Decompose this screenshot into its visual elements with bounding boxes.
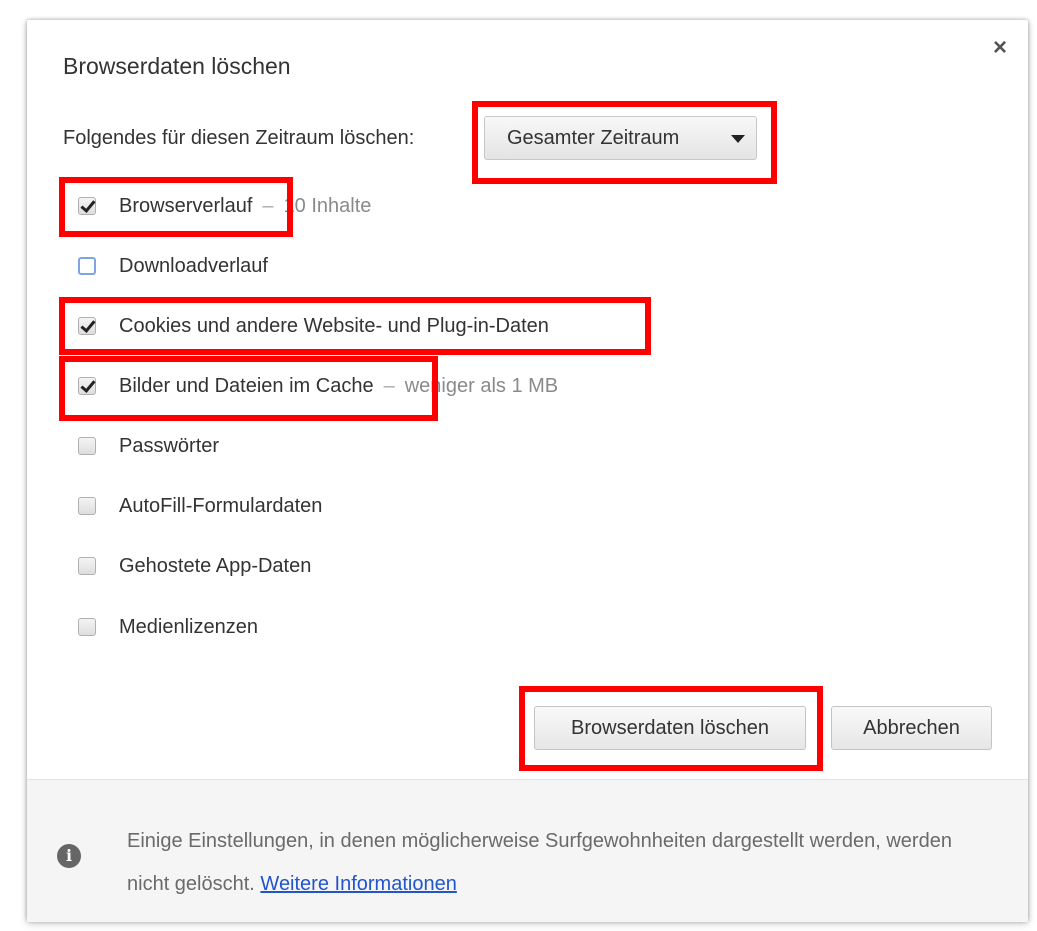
time-range-selected-value: Gesamter Zeitraum <box>507 126 680 149</box>
checkbox-checked-icon[interactable] <box>78 377 96 395</box>
checkbox-unchecked-icon[interactable] <box>78 618 96 636</box>
option-label: Downloadverlauf <box>119 254 268 277</box>
time-range-label: Folgendes für diesen Zeitraum löschen: <box>63 127 415 149</box>
option-detail: 10 Inhalte <box>283 194 372 217</box>
clear-browsing-data-button[interactable]: Browserdaten löschen <box>534 706 806 750</box>
dropdown-arrow-icon <box>731 135 745 143</box>
footer-note-text: Einige Einstellungen, in denen möglicher… <box>127 830 952 895</box>
checkbox-unchecked-icon[interactable] <box>78 497 96 515</box>
option-label: Gehostete App-Daten <box>119 554 312 577</box>
option-separator: – <box>383 374 395 397</box>
option-autofill[interactable]: AutoFill-Formulardaten <box>78 491 322 521</box>
checkbox-unchecked-icon[interactable] <box>78 437 96 455</box>
more-info-link[interactable]: Weitere Informationen <box>260 873 456 895</box>
option-passwords[interactable]: Passwörter <box>78 431 219 461</box>
option-label: Cookies und andere Website- und Plug-in-… <box>119 314 549 337</box>
close-icon[interactable]: × <box>988 36 1012 60</box>
option-media-licenses[interactable]: Medienlizenzen <box>78 612 258 642</box>
screenshot-stage: Browserdaten löschen × Folgendes für die… <box>0 0 1037 931</box>
option-separator: – <box>262 194 274 217</box>
dialog-footer: i Einige Einstellungen, in denen möglich… <box>27 779 1028 922</box>
checkbox-unchecked-icon[interactable] <box>78 257 96 275</box>
footer-note: Einige Einstellungen, in denen möglicher… <box>127 820 987 906</box>
option-download-history[interactable]: Downloadverlauf <box>78 251 268 281</box>
option-label: Passwörter <box>119 434 220 457</box>
option-cache[interactable]: Bilder und Dateien im Cache – weniger al… <box>78 371 558 401</box>
option-label: Medienlizenzen <box>119 615 258 638</box>
info-icon: i <box>57 844 81 868</box>
time-range-dropdown[interactable]: Gesamter Zeitraum <box>484 116 757 160</box>
checkbox-checked-icon[interactable] <box>78 317 96 335</box>
option-cookies[interactable]: Cookies und andere Website- und Plug-in-… <box>78 311 549 341</box>
option-hosted-app-data[interactable]: Gehostete App-Daten <box>78 551 311 581</box>
cancel-button[interactable]: Abbrechen <box>831 706 992 750</box>
clear-browsing-data-dialog: Browserdaten löschen × Folgendes für die… <box>27 20 1028 922</box>
option-detail: weniger als 1 MB <box>404 374 559 397</box>
option-label: Browserverlauf <box>119 194 253 217</box>
option-label: AutoFill-Formulardaten <box>119 494 323 517</box>
option-browsing-history[interactable]: Browserverlauf – 10 Inhalte <box>78 191 371 221</box>
checkbox-unchecked-icon[interactable] <box>78 557 96 575</box>
dialog-title: Browserdaten löschen <box>63 53 291 79</box>
option-label: Bilder und Dateien im Cache <box>119 374 374 397</box>
checkbox-checked-icon[interactable] <box>78 197 96 215</box>
